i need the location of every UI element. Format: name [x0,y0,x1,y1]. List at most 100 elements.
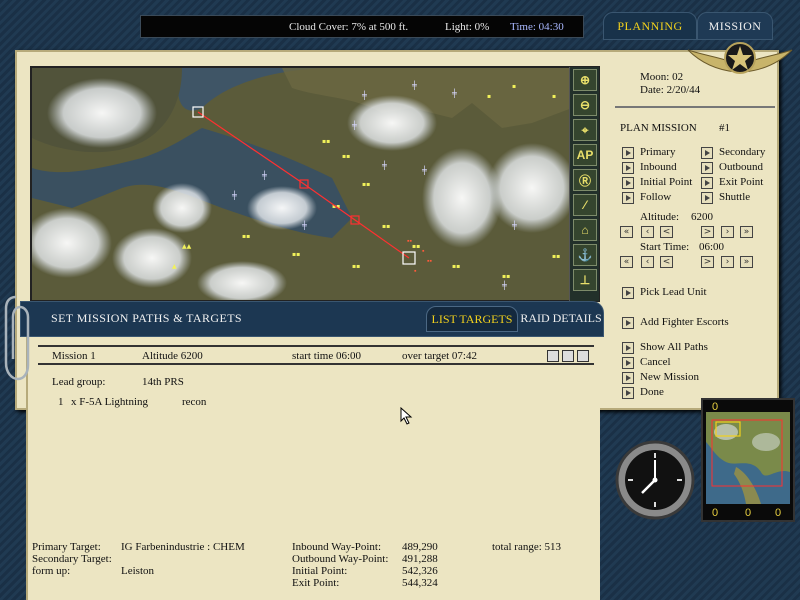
mission-summary-bar: Mission 1 Altitude 6200 start time 06:00… [38,345,594,365]
pick-lead-unit-label: Pick Lead Unit [640,286,707,298]
total-range-readout: total range: 513 [492,541,562,553]
plan-mission-panel: Moon: 02 Date: 2/20/44 PLAN MISSION #1 P… [611,55,778,400]
rail-icon[interactable]: ⊥ [573,269,597,291]
crosshair-icon[interactable]: ⌖ [573,119,597,141]
svg-text:╪: ╪ [451,88,457,98]
start-time-increase-button[interactable]: > [701,256,714,268]
svg-text:╪: ╪ [351,120,357,130]
aircraft-name[interactable]: x F-5A Lightning [71,396,148,408]
cloud [112,228,192,288]
map-canvas: ▪▪▪▪▪▪ ▪▪▪▪▪▪ ▪▪▪▪▪▪ ▪▪▪▪▪▪ ▲▲▲ ▪▪▪ ╪╪╪ … [32,68,598,300]
new-mission-button[interactable] [622,372,634,384]
ap-icon[interactable]: AP [573,144,597,166]
tab-list-targets[interactable]: LIST TARGETS [426,306,518,332]
svg-text:╪: ╪ [231,190,237,200]
map-toolbar: ⊕ ⊖ ⌖ AP Ⓡ ⁄ ⌂ ⚓ ⊥ [569,67,599,301]
initial-point-button[interactable] [622,177,634,189]
svg-text:▪▪: ▪▪ [362,181,370,188]
tab-raid-details[interactable]: RAID DETAILS [518,306,604,332]
altitude-decrease-max-button[interactable]: « [620,226,633,238]
follow-button[interactable] [622,192,634,204]
maximize-icon[interactable] [577,350,589,362]
start-time-decrease-max-button[interactable]: « [620,256,633,268]
cloud-cover-readout: Cloud Cover: 7% at 500 ft. [289,21,409,33]
altitude-increase-button[interactable]: > [701,226,714,238]
altitude-decrease-big-button[interactable]: ‹ [641,226,654,238]
flak-icon[interactable]: ⁄ [573,194,597,216]
svg-text:╪: ╪ [501,280,507,290]
secondary-button[interactable] [701,147,713,159]
inbound-button[interactable] [622,162,634,174]
start-time-increase-big-button[interactable]: › [721,256,734,268]
show-all-paths-label: Show All Paths [640,341,708,353]
overview-minimap[interactable] [706,412,790,504]
lead-group-value: 14th PRS [142,376,184,388]
altitude-increase-max-button[interactable]: » [740,226,753,238]
svg-text:▪▪: ▪▪ [407,237,412,245]
primary-label: Primary [640,146,676,158]
svg-text:╪: ╪ [411,80,417,90]
start-time-decrease-big-button[interactable]: ‹ [641,256,654,268]
secondary-label: Secondary [719,146,766,158]
svg-text:▲: ▲ [172,263,177,270]
cloud [47,78,157,148]
altitude-value: 6200 [691,211,713,223]
svg-text:▪: ▪ [552,93,556,100]
factory-icon[interactable]: ⌂ [573,219,597,241]
outbound-button[interactable] [701,162,713,174]
start-time-increase-max-button[interactable]: » [740,256,753,268]
add-fighter-escorts-button[interactable] [622,317,634,329]
done-button[interactable] [622,387,634,399]
r-icon[interactable]: Ⓡ [573,169,597,191]
minimap-canvas [706,412,790,504]
exit-point-button[interactable] [701,177,713,189]
inbound-label: Inbound [640,161,677,173]
svg-text:▪▪: ▪▪ [242,233,250,240]
svg-text:╪: ╪ [361,90,367,100]
start-time-value: 06:00 [699,241,725,253]
minimize-icon[interactable] [547,350,559,362]
shuttle-button[interactable] [701,192,713,204]
paper-clip-icon [4,295,30,381]
mission-number: Mission 1 [52,350,96,362]
svg-text:╪: ╪ [261,170,267,180]
altitude-increase-big-button[interactable]: › [721,226,734,238]
plan-mission-number: #1 [719,122,730,134]
date-readout: Date: 2/20/44 [640,84,701,96]
strategic-map[interactable]: ▪▪ ▪▪ ▪▪ ▪▪ ▪▪ ▪▪ ▪▪ ▪▪ ▪▪ ▪▪ ▪▪ ▪▪ ▲▲ ▲ ▪ ▪ ▪ ╪ ╪ ╪ … [30,66,600,302]
svg-text:▪▪: ▪▪ [552,253,560,260]
add-fighter-escorts-label: Add Fighter Escorts [640,316,729,328]
svg-text:▪: ▪ [487,93,491,100]
show-all-paths-button[interactable] [622,342,634,354]
zoom-out-icon[interactable]: ⊖ [573,94,597,116]
cancel-button[interactable] [622,357,634,369]
mission-details-sheet: Mission 1 Altitude 6200 start time 06:00… [26,337,600,600]
svg-text:▪▪: ▪▪ [412,243,420,250]
follow-label: Follow [640,191,672,203]
svg-text:▪▪: ▪▪ [342,153,350,160]
restore-icon[interactable] [562,350,574,362]
start-time-decrease-button[interactable]: < [660,256,673,268]
cancel-label: Cancel [640,356,671,368]
cloud [152,183,212,233]
tab-planning[interactable]: PLANNING [603,12,697,40]
primary-target-label: Primary Target: [32,541,101,553]
svg-text:╪: ╪ [511,220,517,230]
time-readout: Time: 04:30 [510,21,564,33]
form-up-value: Leiston [121,565,154,577]
pick-lead-unit-button[interactable] [622,287,634,299]
primary-button[interactable] [622,147,634,159]
cloud [347,95,437,151]
initial-point-value: 542,326 [402,565,438,577]
divider [615,106,775,108]
minimap-value-2: 0 [745,507,752,519]
exit-point-value: 544,324 [402,577,438,589]
svg-text:▪▪: ▪▪ [452,263,460,270]
svg-text:▪▪: ▪▪ [322,138,330,145]
moon-readout: Moon: 02 [640,71,684,83]
svg-text:╪: ╪ [421,165,427,175]
altitude-decrease-button[interactable]: < [660,226,673,238]
outbound-waypoint-label: Outbound Way-Point: [292,553,389,565]
anchor-icon[interactable]: ⚓ [573,244,597,266]
zoom-in-icon[interactable]: ⊕ [573,69,597,91]
